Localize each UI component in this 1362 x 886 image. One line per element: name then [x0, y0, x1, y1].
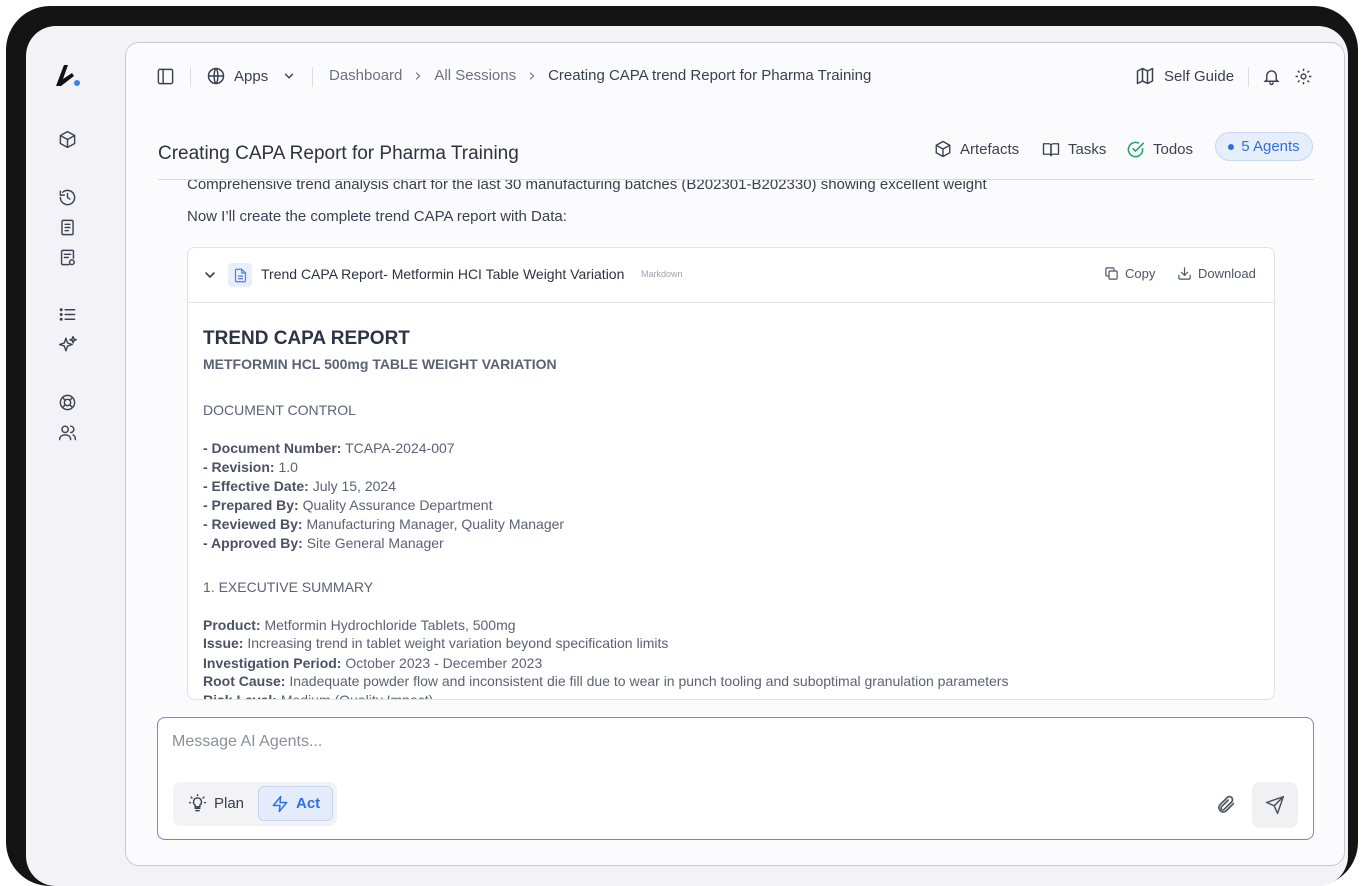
message-input[interactable]	[172, 730, 1172, 754]
users-icon[interactable]	[57, 422, 77, 442]
self-guide-label: Self Guide	[1164, 67, 1235, 85]
summary-line: Root Cause: Inadequate powder flow and i…	[203, 673, 1009, 689]
download-button[interactable]: Download	[1177, 266, 1256, 281]
apps-dropdown[interactable]: Apps	[206, 66, 296, 86]
plan-label: Plan	[214, 795, 245, 812]
message-composer: Plan Act	[157, 717, 1314, 840]
paperclip-icon[interactable]	[1215, 794, 1237, 816]
mode-toggle: Plan Act	[173, 782, 337, 826]
act-mode-button[interactable]: Act	[258, 786, 333, 821]
summary-line: Product: Metformin Hydrochloride Tablets…	[203, 617, 516, 633]
section-heading: DOCUMENT CONTROL	[203, 402, 356, 418]
lightbulb-icon	[188, 794, 207, 813]
report-subheading: METFORMIN HCL 500mg TABLE WEIGHT VARIATI…	[203, 356, 557, 372]
document-icon[interactable]	[57, 217, 77, 237]
artifact-title: Trend CAPA Report- Metformin HCI Table W…	[261, 266, 625, 282]
plan-mode-button[interactable]: Plan	[176, 786, 256, 821]
doc-control-line: - Reviewed By: Manufacturing Manager, Qu…	[203, 516, 565, 532]
self-guide-button[interactable]: Self Guide	[1135, 66, 1234, 86]
agents-badge[interactable]: 5 Agents	[1215, 132, 1313, 161]
app-logo[interactable]	[53, 62, 83, 88]
artifact-card: Trend CAPA Report- Metformin HCI Table W…	[187, 247, 1275, 700]
summary-line: Issue: Increasing trend in tablet weight…	[203, 635, 669, 651]
copy-button[interactable]: Copy	[1104, 266, 1155, 281]
summary-line: Investigation Period: October 2023 - Dec…	[203, 655, 543, 671]
main-panel: Apps Dashboard All Sessions Creating CAP…	[125, 42, 1345, 866]
section-heading: 1. EXECUTIVE SUMMARY	[203, 579, 374, 595]
todos-button[interactable]: Todos	[1126, 135, 1193, 163]
report-heading: TREND CAPA REPORT	[203, 328, 410, 349]
download-icon	[1177, 266, 1192, 281]
artefacts-button[interactable]: Artefacts	[934, 135, 1019, 163]
map-icon	[1135, 66, 1155, 86]
divider	[1248, 67, 1249, 87]
chevron-right-icon	[526, 70, 538, 82]
bell-icon[interactable]	[1262, 67, 1281, 86]
artefacts-label: Artefacts	[960, 140, 1020, 158]
breadcrumb-dashboard[interactable]: Dashboard	[329, 67, 402, 84]
format-badge: Markdown	[641, 269, 683, 279]
breadcrumb: Dashboard All Sessions Creating CAPA tre…	[329, 67, 871, 84]
send-button[interactable]	[1252, 782, 1298, 828]
chevron-down-icon	[282, 69, 296, 83]
doc-control-line: - Revision: 1.0	[203, 459, 298, 475]
doc-control-line: - Prepared By: Quality Assurance Departm…	[203, 497, 493, 513]
lightning-icon	[271, 795, 289, 813]
page-title: Creating CAPA Report for Pharma Training	[158, 143, 519, 164]
conversation-area[interactable]: Comprehensive trend analysis chart for t…	[158, 180, 1314, 710]
doc-control-line: - Document Number: TCAPA-2024-007	[203, 440, 455, 456]
tasks-label: Tasks	[1068, 140, 1107, 158]
summary-line: Risk Level: Medium (Quality Impact)	[203, 692, 434, 700]
lifebuoy-icon[interactable]	[57, 392, 77, 412]
cube-icon[interactable]	[57, 129, 77, 149]
app-screen: Apps Dashboard All Sessions Creating CAP…	[26, 26, 1348, 886]
file-text-icon	[228, 263, 252, 287]
check-circle-icon	[1126, 140, 1145, 159]
divider	[190, 67, 191, 87]
doc-control-line: - Approved By: Site General Manager	[203, 535, 444, 551]
book-icon	[1042, 140, 1060, 158]
breadcrumb-current: Creating CAPA trend Report for Pharma Tr…	[548, 67, 872, 84]
agents-label: 5 Agents	[1241, 138, 1300, 155]
breadcrumb-all-sessions[interactable]: All Sessions	[434, 67, 516, 84]
tasks-button[interactable]: Tasks	[1042, 135, 1106, 163]
act-label: Act	[296, 795, 321, 812]
device-frame: Apps Dashboard All Sessions Creating CAP…	[6, 6, 1358, 886]
artifact-header: Trend CAPA Report- Metformin HCI Table W…	[188, 248, 1274, 303]
message-text: Now I’ll create the complete trend CAPA …	[187, 208, 567, 225]
divider	[312, 67, 313, 87]
send-icon	[1265, 795, 1285, 815]
report-icon[interactable]	[57, 247, 77, 267]
chevron-right-icon	[412, 70, 424, 82]
cube-icon	[934, 140, 952, 158]
sparkles-icon[interactable]	[57, 334, 77, 354]
collapse-chevron-icon[interactable]	[202, 267, 218, 283]
doc-control-line: - Effective Date: July 15, 2024	[203, 478, 396, 494]
gear-icon[interactable]	[1294, 67, 1313, 86]
todos-label: Todos	[1153, 140, 1194, 158]
history-icon[interactable]	[57, 187, 77, 207]
copy-label: Copy	[1125, 266, 1156, 281]
apps-label: Apps	[234, 67, 269, 85]
list-icon[interactable]	[57, 304, 77, 324]
message-text: Comprehensive trend analysis chart for t…	[187, 180, 987, 193]
copy-icon	[1104, 266, 1119, 281]
sidebar-toggle-icon[interactable]	[156, 67, 175, 86]
left-rail	[26, 26, 110, 886]
download-label: Download	[1198, 266, 1256, 281]
globe-icon	[206, 66, 226, 86]
status-dot	[1228, 143, 1235, 150]
